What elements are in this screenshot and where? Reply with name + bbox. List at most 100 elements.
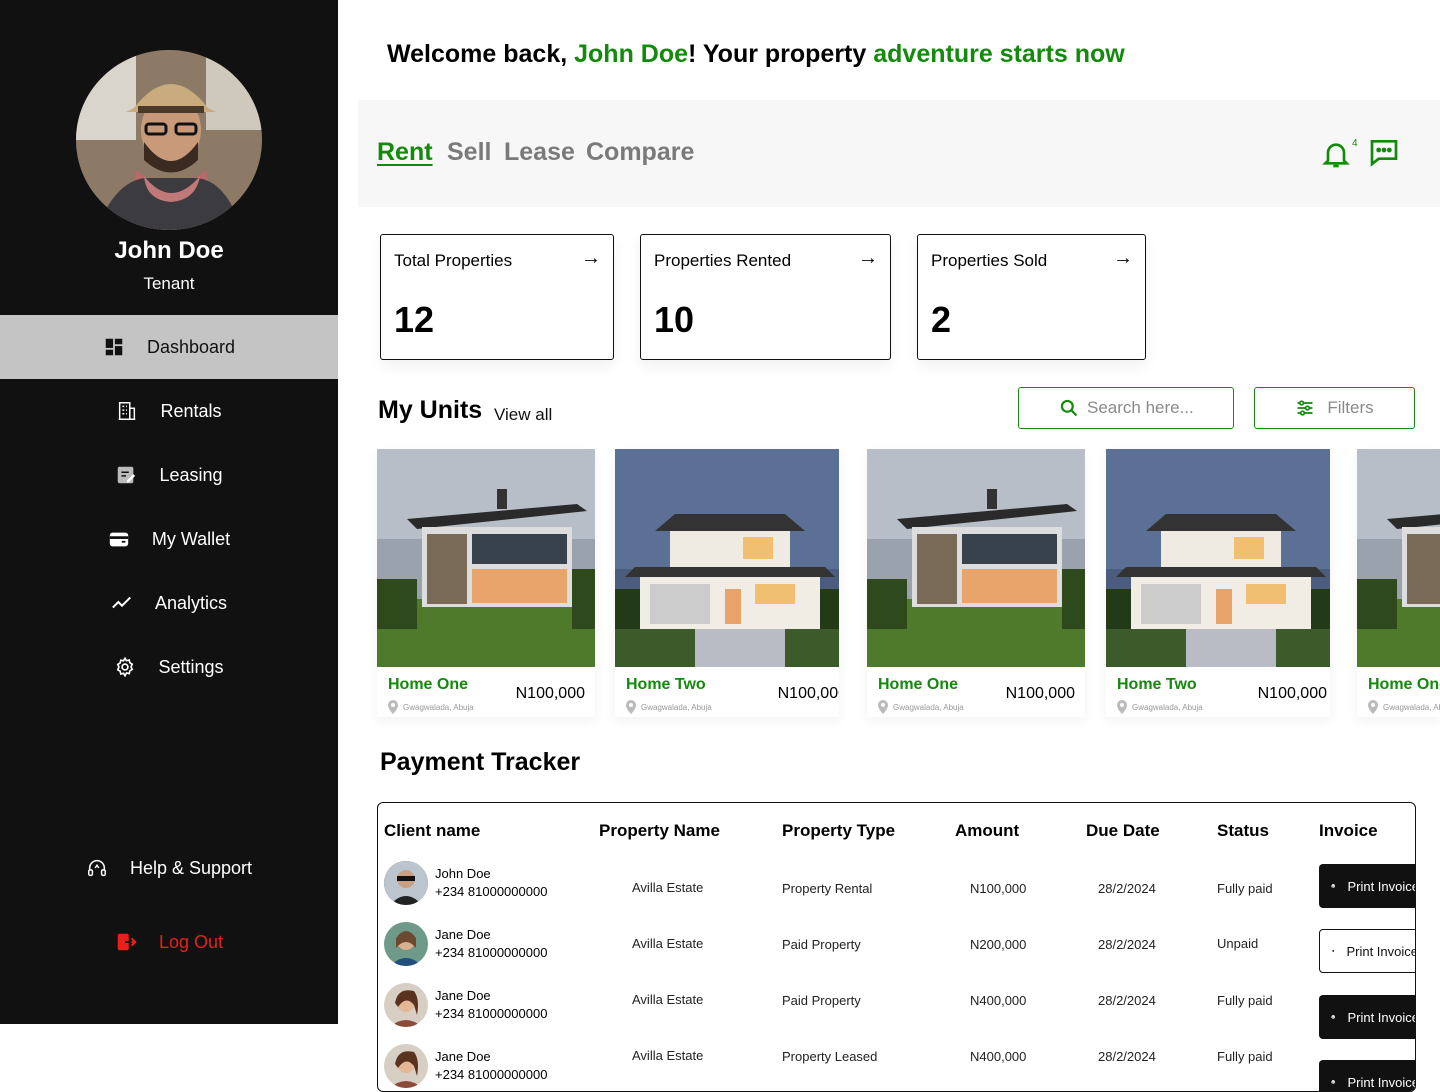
house-image xyxy=(1357,449,1440,667)
table-row: John Doe +234 81000000000 Avilla Estate P… xyxy=(378,861,1415,908)
stat-label: Properties Rented xyxy=(654,251,792,270)
amount: N100,000 xyxy=(970,881,1027,896)
sidebar-item-analytics[interactable]: Analytics xyxy=(0,571,338,635)
stat-value: 12 xyxy=(394,299,435,340)
property-type: Property Leased xyxy=(782,1049,878,1064)
help-support-link[interactable]: Help & Support xyxy=(0,836,338,900)
headset-icon xyxy=(87,860,106,877)
bell-icon[interactable] xyxy=(1320,138,1352,170)
column-header: Due Date xyxy=(1086,821,1160,840)
view-all-link[interactable]: View all xyxy=(494,405,552,425)
unit-card[interactable]: Home Two N100,000 Gwagwalada, Abuja xyxy=(615,449,839,717)
client-name: Jane Doe xyxy=(435,927,491,942)
print-invoice-button[interactable]: Print Invoice xyxy=(1319,929,1416,973)
stat-card-sold[interactable]: Properties Sold → 2 xyxy=(917,234,1146,360)
chat-icon[interactable] xyxy=(1368,136,1400,168)
edit-document-icon xyxy=(118,466,136,484)
sidebar-item-label: Rentals xyxy=(160,400,222,421)
property-name: Avilla Estate xyxy=(632,992,704,1007)
unit-name: Home One xyxy=(878,676,959,693)
arrow-right-icon[interactable]: → xyxy=(1113,247,1133,270)
sidebar-item-dashboard[interactable]: Dashboard xyxy=(0,315,338,379)
sidebar-item-rentals[interactable]: Rentals xyxy=(0,379,338,443)
print-invoice-button[interactable]: Print Invoice xyxy=(1319,864,1415,908)
print-invoice-button[interactable]: Print Invoice xyxy=(1319,1060,1415,1091)
print-invoice-label: Print Invoice xyxy=(1346,943,1416,959)
column-header: Amount xyxy=(955,821,1020,840)
filters-button[interactable]: Filters xyxy=(1254,387,1415,429)
building-icon xyxy=(119,402,136,420)
arrow-right-icon[interactable]: → xyxy=(858,247,878,270)
house-image xyxy=(377,449,595,667)
unit-card[interactable]: Home Two N100,000 Gwagwalada, Abuja xyxy=(1106,449,1330,717)
unit-card[interactable]: Home One Gwagwalada, Abuja xyxy=(1357,449,1440,717)
column-header: Property Type xyxy=(782,821,896,840)
column-header: Invoice xyxy=(1319,821,1378,840)
location-text: Gwagwalada, Abuja xyxy=(641,702,712,712)
page-title: Welcome back, John Doe! Your property ad… xyxy=(387,40,1125,69)
search-icon xyxy=(1060,399,1078,417)
print-invoice-button[interactable]: Print Invoice xyxy=(1319,995,1415,1039)
notification-count: 4 xyxy=(1352,138,1358,149)
analytics-icon xyxy=(112,596,131,609)
client-phone: +234 81000000000 xyxy=(435,1067,548,1082)
stat-value: 10 xyxy=(654,299,695,340)
column-header: Status xyxy=(1217,821,1269,840)
stat-card-total[interactable]: Total Properties → 12 xyxy=(380,234,614,360)
help-support-label: Help & Support xyxy=(129,857,253,878)
sidebar-item-leasing[interactable]: Leasing xyxy=(0,443,338,507)
payment-tracker-title: Payment Tracker xyxy=(380,748,581,776)
stat-card-rented[interactable]: Properties Rented → 10 xyxy=(640,234,891,360)
property-type: Property Rental xyxy=(782,881,873,896)
client-phone: +234 81000000000 xyxy=(435,884,548,899)
payment-table: Client name Property Name Property Type … xyxy=(377,802,1416,1092)
client-info: Jane Doe +234 81000000000 xyxy=(435,987,547,1023)
avatar xyxy=(384,922,428,966)
client-phone: +234 81000000000 xyxy=(435,945,548,960)
unit-price: N100,000 xyxy=(777,685,839,702)
sidebar-item-settings[interactable]: Settings xyxy=(0,635,338,699)
sidebar-item-label: Dashboard xyxy=(146,336,236,357)
table-row: Jane Doe +234 81000000000 Avilla Estate P… xyxy=(378,983,1415,1039)
unit-name: Home Two xyxy=(1117,676,1197,693)
sidebar-item-wallet[interactable]: My Wallet xyxy=(0,507,338,571)
arrow-right-icon[interactable]: → xyxy=(581,247,601,270)
sidebar: John Doe Tenant Dashboard Rentals Leasin… xyxy=(0,0,338,1024)
client-info: Jane Doe +234 81000000000 xyxy=(435,926,547,962)
stat-value: 2 xyxy=(931,299,952,340)
location-text: Gwagwalada, Abuja xyxy=(893,702,964,712)
client-info: Jane Doe +234 81000000000 xyxy=(435,1048,547,1084)
status: Fully paid xyxy=(1217,1049,1273,1064)
tab-lease[interactable]: Lease xyxy=(504,138,575,167)
avatar xyxy=(384,983,428,1027)
tab-sell[interactable]: Sell xyxy=(447,138,491,167)
printer-icon xyxy=(1332,949,1335,953)
client-info: John Doe +234 81000000000 xyxy=(435,865,547,901)
search-input[interactable]: Search here... xyxy=(1018,387,1234,429)
due-date: 28/2/2024 xyxy=(1098,937,1156,952)
house-image xyxy=(615,449,839,667)
unit-card[interactable]: Home One N100,000 Gwagwalada, Abuja xyxy=(377,449,595,717)
table-row: Jane Doe +234 81000000000 Avilla Estate P… xyxy=(378,922,1415,973)
unit-price: N100,000 xyxy=(1005,685,1075,702)
unit-card[interactable]: Home One N100,000 Gwagwalada, Abuja xyxy=(867,449,1085,717)
house-image xyxy=(1106,449,1330,667)
property-name: Avilla Estate xyxy=(632,936,704,951)
location-pin-icon xyxy=(1117,700,1127,714)
column-header: Client name xyxy=(384,821,481,840)
avatar xyxy=(384,861,428,905)
location-pin-icon xyxy=(1368,700,1378,714)
property-name: Avilla Estate xyxy=(632,880,704,895)
unit-location: Gwagwalada, Abuja xyxy=(1368,700,1440,714)
unit-location: Gwagwalada, Abuja xyxy=(1117,700,1203,714)
status: Fully paid xyxy=(1217,993,1273,1008)
avatar[interactable] xyxy=(76,50,262,230)
house-image xyxy=(867,449,1085,667)
tab-compare[interactable]: Compare xyxy=(586,138,694,167)
location-text: Gwagwalada, Abuja xyxy=(1132,702,1203,712)
unit-price: N100,000 xyxy=(1257,685,1327,702)
status: Fully paid xyxy=(1217,881,1273,896)
logout-button[interactable]: Log Out xyxy=(0,910,338,974)
unit-name: Home Two xyxy=(626,676,706,693)
tab-rent[interactable]: Rent xyxy=(377,138,433,167)
